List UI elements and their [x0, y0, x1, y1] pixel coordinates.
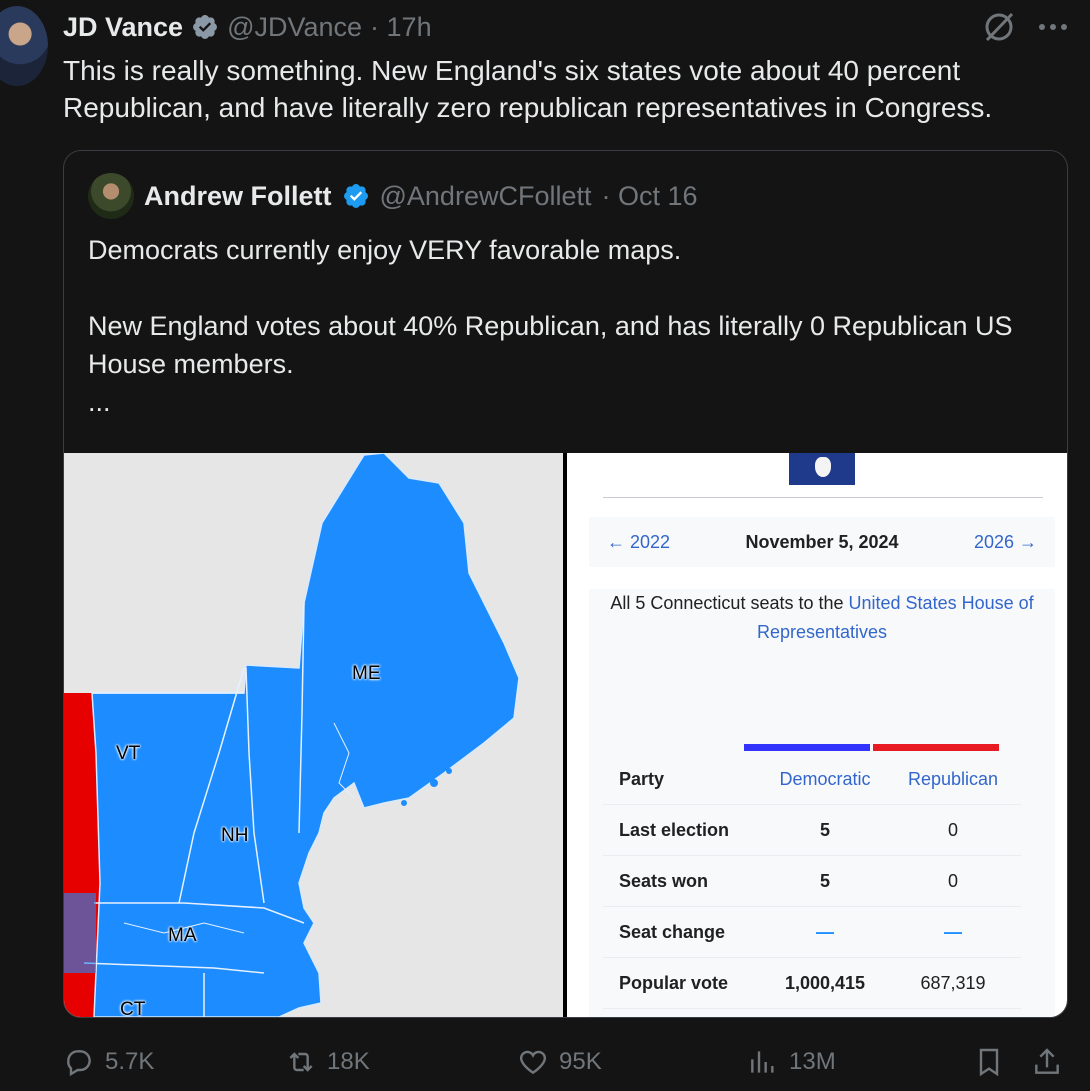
- democratic-header[interactable]: Democratic: [761, 769, 889, 790]
- verified-badge-icon: [193, 15, 218, 39]
- analytics-icon: [751, 1051, 774, 1073]
- results-table: Party Democratic Republican Last electio…: [589, 667, 1055, 1017]
- dem-value: —: [816, 922, 834, 942]
- election-date: November 5, 2024: [745, 531, 899, 552]
- author-avatar[interactable]: [0, 6, 48, 86]
- map-label-vt: VT: [116, 743, 141, 764]
- new-england-map: [64, 453, 563, 1017]
- republican-header[interactable]: Republican: [889, 769, 1017, 790]
- election-description-text: All 5 Connecticut seats to the: [610, 593, 849, 613]
- map-label-ct: CT: [120, 999, 146, 1017]
- quoted-tweet-header: Andrew Follett @AndrewCFollett · Oct 16: [88, 173, 698, 219]
- dem-value: 1,000,415: [784, 973, 866, 993]
- rep-value: —: [944, 922, 962, 942]
- row-label: Popular vote: [619, 973, 729, 993]
- view-count: 13M: [789, 1048, 836, 1075]
- quoted-tweet[interactable]: Andrew Follett @AndrewCFollett · Oct 16 …: [63, 150, 1068, 1018]
- tweet-header: JD Vance @JDVance · 17h: [63, 8, 432, 46]
- like-count: 95K: [559, 1048, 602, 1075]
- republican-color-bar: [873, 744, 999, 751]
- tweet-time[interactable]: · 17h: [370, 12, 432, 43]
- share-button[interactable]: [1031, 1046, 1063, 1078]
- party-header: Party: [619, 769, 665, 789]
- author-name[interactable]: JD Vance: [63, 12, 183, 43]
- rep-value: 687,319: [920, 973, 986, 993]
- verified-badge-icon: [343, 184, 368, 208]
- election-nav: ← 2022 November 5, 2024 2026 →: [589, 517, 1055, 567]
- democratic-color-bar: [744, 744, 870, 751]
- bookmark-icon: [979, 1048, 999, 1077]
- table-header-row: Party Democratic Republican: [603, 755, 1021, 805]
- table-row: Seats won 5 0: [603, 857, 1021, 907]
- table-row: Seat change — —: [603, 908, 1021, 958]
- connecticut-flag-icon: [789, 453, 855, 485]
- row-label: Last election: [619, 820, 730, 840]
- like-button[interactable]: 95K: [517, 1046, 602, 1078]
- share-icon: [1035, 1048, 1059, 1074]
- repost-count: 18K: [327, 1048, 370, 1075]
- quoted-tweet-text: Democrats currently enjoy VERY favorable…: [88, 235, 1013, 417]
- table-row: Last election 5 0: [603, 806, 1021, 856]
- tweet-top-actions: [982, 10, 1068, 44]
- wikipedia-infobox-image[interactable]: ← 2022 November 5, 2024 2026 → All 5 Con…: [567, 453, 1067, 1017]
- rep-value: 0: [947, 820, 958, 840]
- author-handle[interactable]: @JDVance: [227, 12, 362, 43]
- reply-icon: [67, 1050, 91, 1077]
- bookmark-button[interactable]: [973, 1046, 1005, 1078]
- tweet-action-bar: 5.7K 18K 95K 13M: [63, 1040, 1073, 1084]
- row-label: Seats won: [619, 871, 709, 891]
- election-description: All 5 Connecticut seats to the United St…: [589, 589, 1055, 667]
- repost-icon: [289, 1052, 313, 1072]
- rep-value: 0: [947, 871, 958, 891]
- tweet-text: This is really something. New England's …: [63, 55, 993, 123]
- reply-count: 5.7K: [105, 1048, 155, 1075]
- next-election-link[interactable]: 2026 →: [974, 532, 1037, 553]
- views-button[interactable]: 13M: [747, 1046, 836, 1078]
- repost-button[interactable]: 18K: [285, 1046, 370, 1078]
- quoted-tweet-media[interactable]: ME VT NH MA CT ← 2022 November 5, 2024 2…: [64, 453, 1067, 1017]
- quoted-tweet-time[interactable]: · Oct 16: [601, 181, 697, 212]
- reply-button[interactable]: 5.7K: [63, 1046, 154, 1078]
- heart-icon: [519, 1050, 547, 1075]
- grok-icon[interactable]: [982, 10, 1016, 44]
- row-label: Seat change: [619, 922, 726, 942]
- map-label-nh: NH: [221, 825, 249, 846]
- quoted-author-name[interactable]: Andrew Follett: [144, 181, 332, 212]
- map-label-ma: MA: [168, 925, 197, 946]
- dem-value: 5: [819, 820, 830, 840]
- map-label-me: ME: [352, 663, 381, 684]
- quoted-author-avatar[interactable]: [88, 173, 134, 219]
- new-england-map-image[interactable]: ME VT NH MA CT: [64, 453, 563, 1017]
- quoted-author-handle[interactable]: @AndrewCFollett: [380, 181, 592, 212]
- more-options-icon[interactable]: [1038, 22, 1068, 32]
- divider: [603, 497, 1043, 498]
- prev-election-link[interactable]: ← 2022: [607, 532, 670, 553]
- dem-value: 5: [819, 871, 830, 891]
- table-row: Popular vote 1,000,415 687,319: [603, 959, 1021, 1009]
